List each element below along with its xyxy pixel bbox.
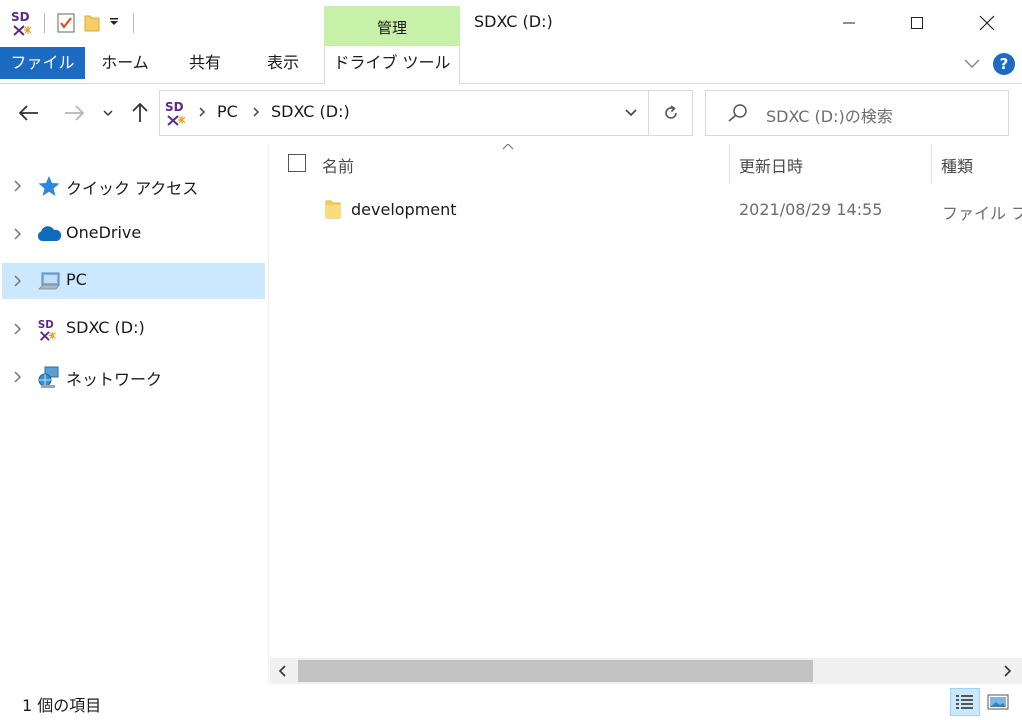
- expand-chevron-icon[interactable]: [12, 179, 22, 197]
- forward-button[interactable]: [61, 100, 87, 126]
- chevron-down-icon: [103, 110, 113, 117]
- customize-toolbar-dropdown-icon[interactable]: [105, 17, 123, 30]
- nav-item-label: クイック アクセス: [66, 179, 199, 198]
- minimize-icon: [843, 22, 855, 24]
- quick-access-toolbar: SD: [10, 8, 134, 38]
- navigation-bar: SD PC SDXC (D:) SDXC (D:)の検索: [0, 84, 1022, 144]
- new-folder-icon[interactable]: [79, 9, 105, 37]
- column-header-modified[interactable]: 更新日時: [739, 153, 803, 193]
- close-button[interactable]: [952, 0, 1022, 46]
- context-tab-group-manage: 管理: [324, 6, 460, 46]
- breadcrumb-separator-icon[interactable]: [197, 106, 207, 122]
- folder-icon: [324, 198, 342, 220]
- file-list: 名前 更新日時 種類 development 2021/08/29 14:55 …: [270, 144, 1022, 658]
- nav-item-quick-access[interactable]: クイック アクセス: [2, 168, 265, 204]
- column-divider[interactable]: [729, 144, 730, 184]
- navigation-pane: クイック アクセス OneDrive PC SD SDXC (D:) ネットワー…: [0, 144, 268, 684]
- maximize-icon: [911, 17, 923, 29]
- item-count: 1 個の項目: [22, 696, 102, 715]
- search-placeholder: SDXC (D:)の検索: [766, 107, 893, 126]
- sort-ascending-icon: [501, 144, 515, 153]
- file-row[interactable]: development 2021/08/29 14:55 ファイル フォ: [270, 194, 1022, 226]
- column-divider[interactable]: [931, 144, 932, 184]
- nav-item-pc[interactable]: PC: [2, 263, 265, 299]
- scrollbar-thumb[interactable]: [298, 660, 813, 682]
- svg-text:SD: SD: [165, 100, 184, 114]
- sd-card-icon[interactable]: SD: [10, 8, 36, 38]
- breadcrumb-pc[interactable]: PC: [217, 102, 238, 121]
- computer-icon: [36, 269, 62, 293]
- address-bar[interactable]: SD PC SDXC (D:): [159, 90, 693, 136]
- refresh-button[interactable]: [648, 91, 693, 135]
- help-button[interactable]: ?: [993, 53, 1015, 75]
- sd-card-icon: SD: [36, 317, 62, 341]
- window-title: SDXC (D:): [474, 12, 553, 31]
- star-icon: [36, 174, 62, 198]
- tab-share[interactable]: 共有: [172, 46, 238, 80]
- recent-locations-dropdown[interactable]: [97, 100, 119, 126]
- scroll-left-icon[interactable]: [274, 663, 292, 679]
- network-icon: [36, 365, 62, 389]
- column-header-name[interactable]: 名前: [322, 153, 354, 193]
- tab-view[interactable]: 表示: [250, 46, 316, 80]
- up-arrow-icon: [132, 102, 148, 122]
- forward-arrow-icon: [65, 105, 85, 121]
- toolbar-separator: [44, 13, 45, 33]
- cloud-icon: [36, 222, 62, 246]
- horizontal-scrollbar[interactable]: [270, 658, 1022, 684]
- nav-item-network[interactable]: ネットワーク: [2, 359, 265, 395]
- nav-item-sdxc[interactable]: SD SDXC (D:): [2, 311, 265, 347]
- close-icon: [979, 15, 995, 31]
- select-all-checkbox[interactable]: [288, 154, 306, 172]
- maximize-button[interactable]: [882, 0, 952, 46]
- expand-chevron-icon[interactable]: [12, 322, 22, 340]
- pane-divider[interactable]: [268, 144, 269, 684]
- chevron-down-icon: [625, 109, 637, 117]
- refresh-icon: [665, 105, 677, 119]
- scroll-right-icon[interactable]: [998, 663, 1016, 679]
- expand-chevron-icon[interactable]: [12, 370, 22, 388]
- details-view-button[interactable]: [950, 688, 980, 716]
- title-bar: SD 管理 SDXC (D:): [0, 0, 1022, 46]
- nav-item-label: ネットワーク: [66, 370, 163, 389]
- column-header-type[interactable]: 種類: [941, 153, 973, 193]
- file-modified: 2021/08/29 14:55: [739, 200, 883, 219]
- svg-text:SD: SD: [11, 10, 30, 24]
- breadcrumb-sdxc[interactable]: SDXC (D:): [271, 102, 350, 121]
- search-icon: [726, 103, 748, 127]
- large-icons-view-icon: [987, 694, 1009, 710]
- nav-item-onedrive[interactable]: OneDrive: [2, 216, 265, 252]
- nav-item-label: SDXC (D:): [66, 318, 145, 337]
- svg-text:SD: SD: [38, 320, 54, 331]
- expand-chevron-icon[interactable]: [12, 274, 22, 292]
- tab-file[interactable]: ファイル: [0, 47, 85, 79]
- up-button[interactable]: [127, 100, 153, 126]
- nav-item-label: OneDrive: [66, 223, 142, 242]
- details-view-icon: [956, 695, 973, 709]
- sd-card-icon: SD: [164, 98, 190, 128]
- large-icons-view-button[interactable]: [983, 688, 1013, 716]
- toolbar-separator: [133, 13, 134, 33]
- breadcrumb-separator-icon[interactable]: [251, 106, 261, 122]
- context-tab-group-label: 管理: [376, 19, 407, 37]
- expand-ribbon-chevron-icon[interactable]: [962, 56, 982, 70]
- expand-chevron-icon[interactable]: [12, 227, 22, 245]
- back-button[interactable]: [16, 100, 42, 126]
- nav-item-label: PC: [66, 270, 87, 289]
- tab-home[interactable]: ホーム: [92, 46, 158, 80]
- file-type: ファイル フォ: [942, 204, 1022, 223]
- minimize-button[interactable]: [814, 0, 884, 46]
- ribbon-tabs: ファイル ホーム 共有 表示 ドライブ ツール ?: [0, 46, 1022, 84]
- status-bar: 1 個の項目: [0, 684, 1022, 720]
- properties-icon[interactable]: [53, 9, 79, 37]
- address-history-dropdown[interactable]: [614, 91, 648, 135]
- search-box[interactable]: SDXC (D:)の検索: [705, 90, 1009, 136]
- file-name: development: [351, 200, 457, 219]
- back-arrow-icon: [18, 105, 38, 121]
- tab-drive-tools[interactable]: ドライブ ツール: [324, 46, 460, 84]
